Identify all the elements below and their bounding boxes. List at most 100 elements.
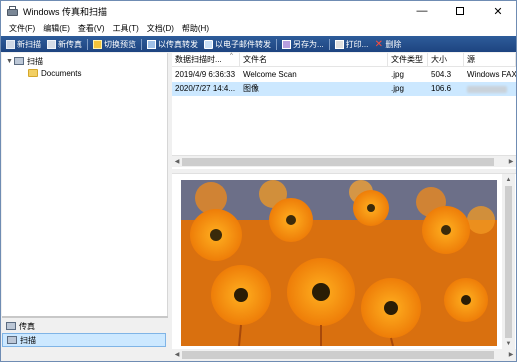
table-row[interactable]: 2019/4/9 6:36:33 Welcome Scan .jpg 504.3… bbox=[172, 68, 516, 82]
nav-fax-label: 传真 bbox=[19, 321, 35, 331]
maximize-button[interactable] bbox=[441, 1, 479, 21]
redacted-text bbox=[467, 86, 507, 93]
cell-name: 图像 bbox=[243, 84, 259, 93]
toggle-preview-button[interactable]: 切换预览 bbox=[90, 36, 139, 52]
cell-type: .jpg bbox=[391, 70, 404, 79]
title-bar[interactable]: Windows 传真和扫描 — ✕ bbox=[1, 1, 516, 21]
nav-scan[interactable]: 扫描 bbox=[2, 333, 166, 347]
save-as-button[interactable]: 另存为... bbox=[279, 36, 327, 52]
tree-item-scan[interactable]: ▼ 扫描 bbox=[6, 55, 43, 67]
menu-help[interactable]: 帮助(H) bbox=[178, 23, 213, 34]
scanner-icon bbox=[14, 57, 24, 65]
tree-item-scan-label: 扫描 bbox=[27, 56, 43, 66]
scroll-right-icon[interactable]: ▶ bbox=[506, 350, 516, 360]
cell-size: 106.6 bbox=[431, 84, 452, 93]
column-name-label: 文件名 bbox=[243, 55, 267, 64]
toolbar-separator bbox=[87, 38, 88, 50]
fax-app-icon bbox=[7, 5, 18, 17]
scrollbar-thumb[interactable] bbox=[182, 158, 494, 166]
sort-caret-icon: ^ bbox=[230, 53, 233, 59]
delete-label: 删除 bbox=[385, 39, 402, 49]
column-size-label: 大小 bbox=[431, 55, 447, 64]
column-header-source[interactable]: 源 bbox=[464, 53, 516, 67]
printer-icon bbox=[334, 39, 344, 49]
nav-scan-label: 扫描 bbox=[20, 335, 36, 345]
toolbar: 新扫描 新传真 切换预览 以传真转发 以电子邮件转发 另存为... 打印... bbox=[1, 36, 516, 52]
cell-type: .jpg bbox=[391, 84, 404, 93]
cell-date: 2019/4/9 6:36:33 bbox=[175, 70, 236, 79]
nav-fax[interactable]: 传真 bbox=[2, 319, 166, 333]
column-header-type[interactable]: 文件类型 bbox=[388, 53, 428, 67]
toolbar-separator bbox=[276, 38, 277, 50]
folder-icon bbox=[28, 69, 38, 77]
menu-edit[interactable]: 编辑(E) bbox=[39, 23, 74, 34]
new-scan-label: 新扫描 bbox=[17, 39, 41, 49]
scrollbar-thumb[interactable] bbox=[505, 186, 512, 338]
toggle-preview-label: 切换预览 bbox=[104, 39, 136, 49]
save-as-icon bbox=[282, 39, 291, 49]
menu-file[interactable]: 文件(F) bbox=[5, 23, 39, 34]
cell-size: 504.3 bbox=[431, 70, 452, 79]
toolbar-separator bbox=[141, 38, 142, 50]
toolbar-separator bbox=[328, 38, 330, 50]
list-horizontal-scrollbar[interactable]: ◀ ▶ bbox=[172, 155, 516, 167]
forward-as-fax-button[interactable]: 以传真转发 bbox=[144, 36, 201, 52]
preview-horizontal-scrollbar[interactable]: ◀ ▶ bbox=[172, 349, 516, 361]
scroll-left-icon[interactable]: ◀ bbox=[172, 350, 182, 360]
document-list: 数据扫描时... ^ 文件名 文件类型 大小 源 2019/4/9 6:36:3… bbox=[172, 53, 516, 169]
chevron-down-icon[interactable]: ▼ bbox=[6, 58, 14, 65]
email-icon bbox=[204, 39, 213, 49]
fax-icon bbox=[47, 39, 56, 49]
fax-icon bbox=[6, 322, 16, 330]
column-date-label: 数据扫描时... bbox=[175, 55, 222, 64]
scanner-icon bbox=[7, 336, 17, 344]
scroll-right-icon[interactable]: ▶ bbox=[506, 157, 516, 167]
forward-as-fax-label: 以传真转发 bbox=[158, 39, 198, 49]
list-header: 数据扫描时... ^ 文件名 文件类型 大小 源 bbox=[172, 53, 516, 67]
preview-icon bbox=[93, 39, 102, 49]
menu-bar: 文件(F) 编辑(E) 查看(V) 工具(T) 文档(D) 帮助(H) bbox=[1, 21, 516, 36]
menu-tools[interactable]: 工具(T) bbox=[109, 23, 143, 34]
left-pane-footer bbox=[2, 347, 168, 361]
cell-name: Welcome Scan bbox=[243, 70, 297, 79]
new-scan-button[interactable]: 新扫描 bbox=[3, 36, 44, 52]
print-label: 打印... bbox=[345, 39, 369, 49]
scroll-left-icon[interactable]: ◀ bbox=[172, 157, 182, 167]
scroll-down-icon[interactable]: ▼ bbox=[503, 339, 514, 349]
delete-button[interactable]: ✕ 删除 bbox=[371, 36, 404, 52]
column-type-label: 文件类型 bbox=[391, 55, 423, 64]
print-button[interactable]: 打印... bbox=[332, 36, 372, 52]
scanner-icon bbox=[6, 39, 15, 49]
column-source-label: 源 bbox=[467, 55, 475, 64]
cell-date: 2020/7/27 14:4... bbox=[175, 84, 236, 93]
tree-item-documents[interactable]: Documents bbox=[28, 67, 81, 79]
cell-source: Windows FAX bbox=[467, 70, 516, 79]
column-header-name[interactable]: 文件名 bbox=[240, 53, 388, 67]
preview-pane: ▲ ▼ bbox=[172, 173, 516, 350]
new-fax-button[interactable]: 新传真 bbox=[44, 36, 85, 52]
menu-document[interactable]: 文档(D) bbox=[143, 23, 178, 34]
fax-scan-window: Windows 传真和扫描 — ✕ 文件(F) 编辑(E) 查看(V) 工具(T… bbox=[0, 0, 517, 362]
save-as-label: 另存为... bbox=[293, 39, 324, 49]
table-row-selected[interactable]: 2020/7/27 14:4... 图像 .jpg 106.6 bbox=[172, 82, 516, 96]
preview-vertical-scrollbar[interactable]: ▲ ▼ bbox=[502, 174, 515, 350]
window-title: Windows 传真和扫描 bbox=[23, 6, 108, 17]
forward-fax-icon bbox=[147, 39, 156, 49]
maximize-icon bbox=[456, 7, 464, 15]
cell-source-redacted bbox=[464, 82, 516, 96]
forward-as-email-button[interactable]: 以电子邮件转发 bbox=[201, 36, 274, 52]
close-button[interactable]: ✕ bbox=[479, 1, 517, 21]
preview-image bbox=[181, 180, 497, 346]
forward-as-email-label: 以电子邮件转发 bbox=[215, 39, 271, 49]
new-fax-label: 新传真 bbox=[58, 39, 82, 49]
folder-tree-pane: ▼ 扫描 Documents bbox=[2, 53, 168, 316]
tree-item-documents-label: Documents bbox=[41, 68, 82, 78]
delete-icon: ✕ bbox=[374, 38, 384, 50]
flower-photo bbox=[181, 180, 497, 346]
pane-divider bbox=[2, 316, 168, 318]
menu-view[interactable]: 查看(V) bbox=[74, 23, 109, 34]
column-header-size[interactable]: 大小 bbox=[428, 53, 464, 67]
scroll-up-icon[interactable]: ▲ bbox=[503, 175, 514, 185]
scrollbar-thumb[interactable] bbox=[182, 351, 494, 359]
minimize-button[interactable]: — bbox=[403, 1, 441, 21]
